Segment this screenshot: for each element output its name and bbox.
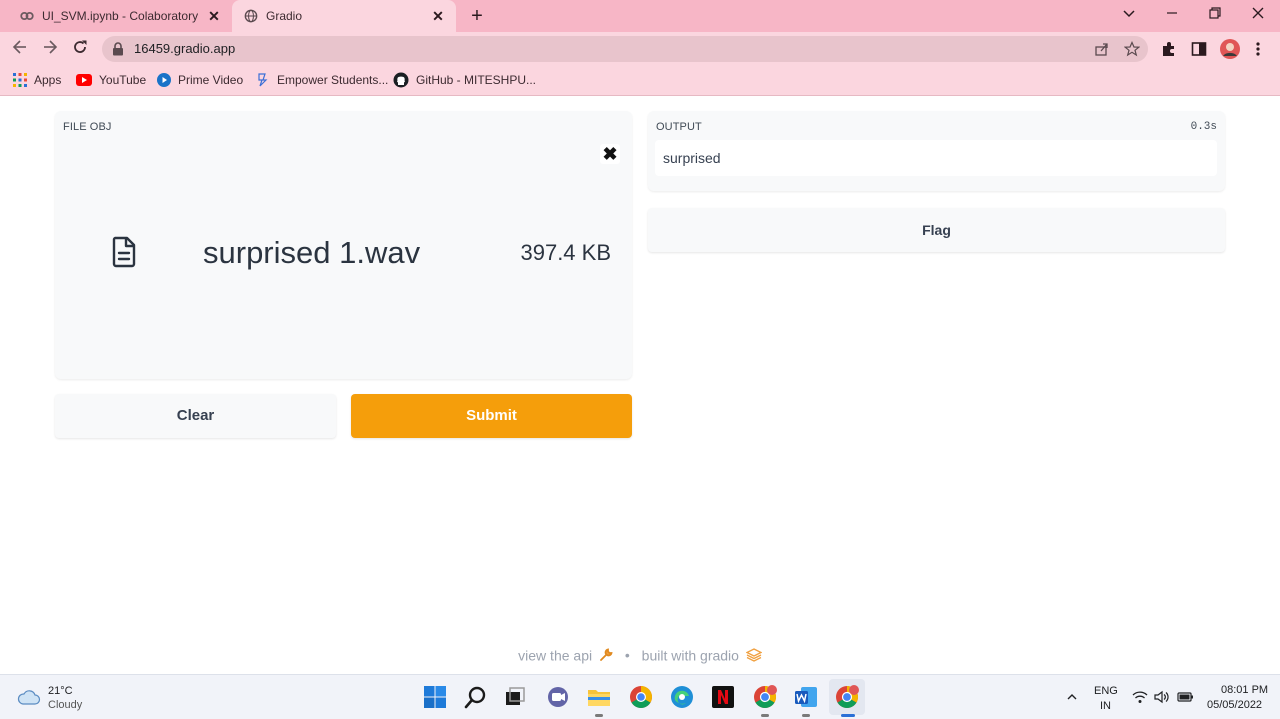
task-view-icon[interactable] (502, 684, 528, 710)
footer: view the api • built with gradio (0, 646, 1280, 663)
restore-icon[interactable] (1203, 4, 1227, 26)
active-indicator (802, 714, 810, 717)
file-document-icon (112, 236, 136, 268)
windows-start-icon[interactable] (422, 684, 448, 710)
chrome-profile-active-icon[interactable] (834, 684, 860, 710)
bookmark-label: Empower Students... (277, 73, 389, 87)
new-tab-button[interactable]: + (466, 5, 488, 27)
bookmark-star-icon[interactable] (1124, 41, 1140, 57)
clear-button[interactable]: Clear (55, 394, 336, 438)
menu-dots-icon[interactable] (1251, 40, 1265, 58)
language-region: IN (1100, 700, 1111, 712)
netflix-icon[interactable] (710, 684, 736, 710)
cloudy-weather-icon[interactable] (17, 687, 41, 707)
bookmark-apps[interactable]: Apps (13, 72, 61, 88)
output-textbox[interactable]: surprised (655, 140, 1217, 176)
wifi-icon[interactable] (1132, 690, 1148, 704)
remove-file-icon[interactable]: ✖ (600, 144, 620, 164)
chrome-icon[interactable] (628, 684, 654, 710)
prime-video-icon (157, 73, 171, 87)
gradio-logo-icon (745, 648, 762, 663)
wrench-icon (600, 648, 613, 662)
address-bar[interactable]: 16459.gradio.app (102, 36, 1148, 62)
tab-title: UI_SVM.ipynb - Colaboratory (42, 9, 199, 23)
active-indicator (761, 714, 769, 717)
empower-icon (258, 73, 268, 87)
weather-temperature: 21°C (48, 685, 73, 697)
browser-tab-bar: UI_SVM.ipynb - Colaboratory ✕ Gradio ✕ + (0, 0, 1280, 32)
show-hidden-icons-chevron-icon[interactable] (1066, 691, 1078, 703)
output-time: 0.3s (1190, 121, 1217, 133)
share-icon[interactable] (1094, 41, 1110, 57)
output-value: surprised (663, 150, 721, 166)
side-panel-icon[interactable] (1190, 40, 1208, 58)
bookmark-youtube[interactable]: YouTube (76, 72, 146, 88)
forward-arrow-icon[interactable] (38, 37, 62, 61)
bookmark-empower-students[interactable]: Empower Students... (256, 72, 388, 88)
weather-description: Cloudy (48, 699, 83, 711)
word-icon[interactable] (793, 684, 819, 710)
file-explorer-icon[interactable] (586, 684, 612, 710)
profile-avatar-icon[interactable] (1219, 38, 1241, 60)
footer-separator: • (624, 647, 630, 664)
tab-gradio[interactable]: Gradio ✕ (232, 0, 456, 32)
output-label: OUTPUT (656, 121, 702, 133)
bookmark-label: GitHub - MITESHPU... (416, 73, 537, 87)
close-tab-icon[interactable]: ✕ (206, 8, 222, 24)
output-panel: OUTPUT 0.3s surprised (648, 111, 1225, 191)
os-taskbar: 21°C Cloudy ENG IN 08:01 PM 05/05/2022 (0, 674, 1280, 719)
language-indicator[interactable]: ENG (1094, 685, 1118, 697)
minimize-icon[interactable] (1160, 4, 1184, 26)
bookmark-label: Prime Video (178, 73, 244, 87)
browser-toolbar: 16459.gradio.app (0, 32, 1280, 65)
bookmark-label: YouTube (99, 73, 147, 87)
bookmarks-bar: Apps YouTube Prime Video Empower Student… (0, 65, 1280, 96)
reload-icon[interactable] (68, 37, 92, 61)
youtube-icon (76, 74, 92, 86)
teams-chat-icon[interactable] (544, 684, 570, 710)
tab-search-chevron-icon[interactable] (1117, 4, 1141, 26)
bookmark-label: Apps (34, 73, 62, 87)
active-indicator (841, 714, 855, 717)
close-window-icon[interactable] (1246, 4, 1270, 26)
apps-grid-icon (13, 73, 27, 87)
edge-icon[interactable] (669, 684, 695, 710)
globe-icon (244, 9, 258, 23)
volume-icon[interactable] (1154, 690, 1170, 704)
address-url: 16459.gradio.app (134, 41, 236, 56)
active-indicator (595, 714, 603, 717)
flag-button[interactable]: Flag (648, 208, 1225, 252)
clock-time[interactable]: 08:01 PM (1221, 684, 1268, 696)
file-size: 397.4 KB (520, 240, 611, 265)
close-tab-icon[interactable]: ✕ (430, 8, 446, 24)
file-input-panel[interactable]: FILE OBJ ✖ surprised 1.wav 397.4 KB (55, 111, 632, 379)
submit-button[interactable]: Submit (351, 394, 632, 438)
chrome-profile-icon[interactable] (752, 684, 778, 710)
lock-icon (113, 42, 123, 56)
back-arrow-icon[interactable] (8, 37, 32, 61)
bookmark-prime-video[interactable]: Prime Video (157, 72, 243, 88)
colab-icon (20, 11, 34, 21)
tab-colab[interactable]: UI_SVM.ipynb - Colaboratory ✕ (8, 0, 232, 32)
search-icon[interactable] (463, 684, 489, 710)
built-with-gradio-link[interactable]: built with gradio (642, 647, 739, 663)
input-label: FILE OBJ (63, 121, 112, 133)
clock-date[interactable]: 05/05/2022 (1207, 699, 1262, 711)
github-icon (393, 72, 409, 88)
bookmark-github[interactable]: GitHub - MITESHPU... (393, 72, 536, 88)
view-api-link[interactable]: view the api (518, 647, 592, 663)
extensions-puzzle-icon[interactable] (1160, 40, 1178, 58)
battery-charging-icon[interactable] (1177, 691, 1194, 703)
file-name: surprised 1.wav (203, 235, 421, 270)
tab-title: Gradio (266, 9, 303, 23)
